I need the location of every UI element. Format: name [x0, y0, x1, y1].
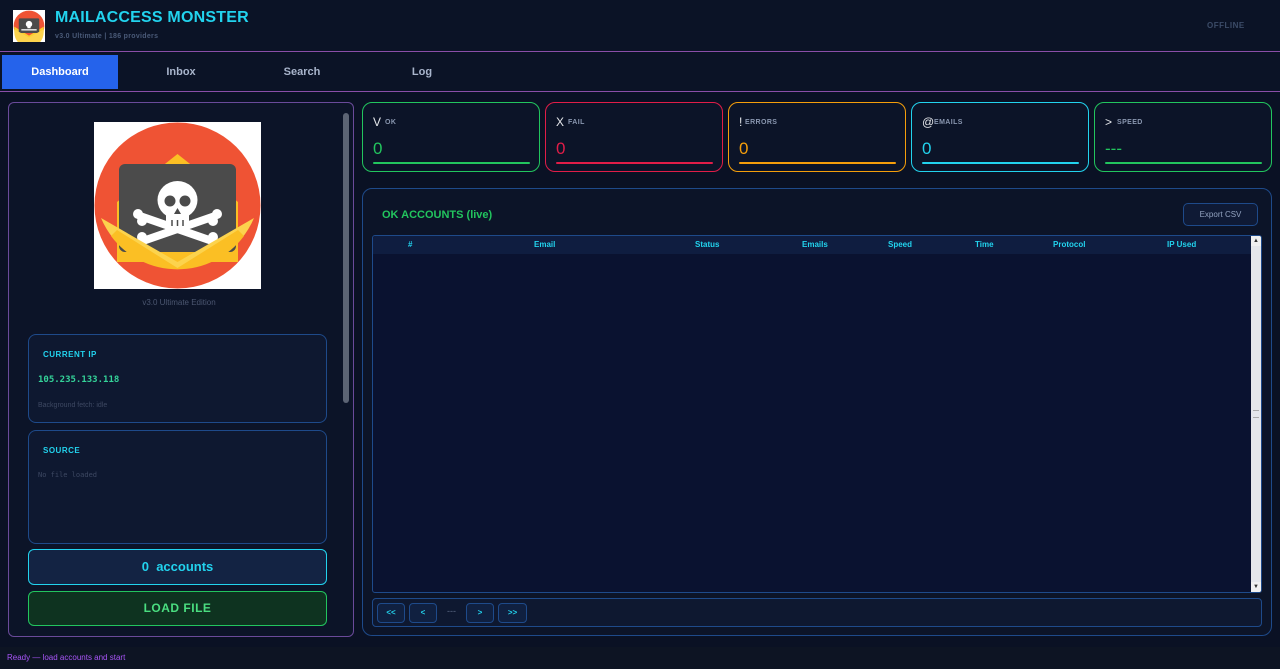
tab-dashboard[interactable]: Dashboard: [2, 55, 118, 89]
stat-card-errors: ! ERRORS 0: [728, 102, 906, 172]
exclamation-icon: !: [739, 115, 743, 129]
status-message: Ready — load accounts and start: [7, 653, 126, 662]
export-csv-button[interactable]: Export CSV: [1183, 203, 1258, 226]
accounts-count-display: 0 accounts: [28, 549, 327, 585]
stat-card-ok: V OK 0: [362, 102, 540, 172]
stat-card-emails: @ EMAILS 0: [911, 102, 1089, 172]
stat-value-emails: 0: [922, 139, 932, 158]
sidebar-scrollbar[interactable]: [343, 113, 349, 403]
ok-accounts-table: # Email Status Emails Speed Time Protoco…: [372, 235, 1262, 593]
at-icon: @: [922, 115, 935, 129]
stat-underline-fail: [556, 162, 713, 164]
cross-icon: X: [556, 115, 565, 129]
connection-status: OFFLINE: [1207, 21, 1245, 30]
column-header-time[interactable]: Time: [975, 240, 994, 249]
stat-underline-speed: [1105, 162, 1262, 164]
scroll-up-icon[interactable]: ▲: [1251, 236, 1261, 246]
tab-log[interactable]: Log: [363, 55, 481, 89]
current-ip-label: CURRENT IP: [43, 350, 97, 359]
app-window: MAILACCESS MONSTER v3.0 Ultimate | 186 p…: [0, 0, 1280, 669]
stat-card-fail: X FAIL 0: [545, 102, 723, 172]
app-logo-icon: [13, 10, 45, 42]
stat-card-speed: > SPEED ---: [1094, 102, 1272, 172]
app-subtitle: v3.0 Ultimate | 186 providers: [55, 33, 159, 40]
stat-underline-errors: [739, 162, 896, 164]
next-page-button[interactable]: >: [466, 603, 494, 623]
chevron-right-icon: >: [1105, 115, 1113, 129]
column-header-speed[interactable]: Speed: [888, 240, 912, 249]
check-icon: V: [373, 115, 382, 129]
sidebar-panel: v3.0 Ultimate Edition CURRENT IP 105.235…: [8, 102, 354, 637]
accounts-count: 0: [141, 559, 149, 574]
column-header-email[interactable]: Email: [534, 240, 555, 249]
app-header: MAILACCESS MONSTER v3.0 Ultimate | 186 p…: [0, 0, 1280, 52]
page-info: ---: [447, 606, 456, 616]
scroll-down-icon[interactable]: ▼: [1251, 582, 1261, 592]
stat-label-speed: SPEED: [1117, 119, 1143, 126]
stat-label-emails: EMAILS: [934, 119, 963, 126]
skull-envelope-icon: [94, 122, 261, 289]
load-file-button[interactable]: LOAD FILE: [28, 591, 327, 626]
fetch-status: Background fetch: idle: [38, 402, 108, 409]
stat-underline-emails: [922, 162, 1079, 164]
column-header-ip-used[interactable]: IP Used: [1167, 240, 1196, 249]
prev-page-button[interactable]: <: [409, 603, 437, 623]
column-header-index[interactable]: #: [408, 240, 412, 249]
stat-value-ok: 0: [373, 139, 383, 158]
app-title: MAILACCESS MONSTER: [55, 9, 249, 26]
tab-bar: Dashboard Inbox Search Log: [0, 53, 1280, 92]
stat-value-fail: 0: [556, 139, 566, 158]
first-page-button[interactable]: <<: [377, 603, 405, 623]
stat-label-ok: OK: [385, 119, 397, 126]
stat-underline-ok: [373, 162, 530, 164]
edition-label: v3.0 Ultimate Edition: [142, 298, 216, 307]
tab-search[interactable]: Search: [243, 55, 361, 89]
current-ip-card: CURRENT IP 105.235.133.118 Background fe…: [28, 334, 327, 423]
last-page-button[interactable]: >>: [498, 603, 527, 623]
stat-value-speed: ---: [1105, 139, 1122, 158]
stat-label-errors: ERRORS: [745, 119, 778, 126]
scroll-thumb-grip: [1253, 410, 1259, 418]
source-label: SOURCE: [43, 446, 81, 455]
pagination-bar: << < --- > >>: [372, 598, 1262, 627]
source-value: No file loaded: [38, 471, 98, 479]
column-header-protocol[interactable]: Protocol: [1053, 240, 1085, 249]
ok-accounts-title: OK ACCOUNTS (live): [382, 209, 493, 221]
tab-inbox[interactable]: Inbox: [122, 55, 240, 89]
current-ip-value: 105.235.133.118: [38, 375, 120, 385]
table-header: # Email Status Emails Speed Time Protoco…: [373, 236, 1252, 254]
column-header-status[interactable]: Status: [695, 240, 719, 249]
column-header-emails[interactable]: Emails: [802, 240, 828, 249]
stat-label-fail: FAIL: [568, 119, 585, 126]
source-card: SOURCE No file loaded: [28, 430, 327, 544]
stat-value-errors: 0: [739, 139, 749, 158]
status-bar: Ready — load accounts and start: [0, 647, 1280, 669]
ok-accounts-panel: OK ACCOUNTS (live) Export CSV # Email St…: [362, 188, 1272, 636]
accounts-label: accounts: [156, 559, 214, 574]
table-scrollbar[interactable]: ▲ ▼: [1251, 236, 1261, 592]
